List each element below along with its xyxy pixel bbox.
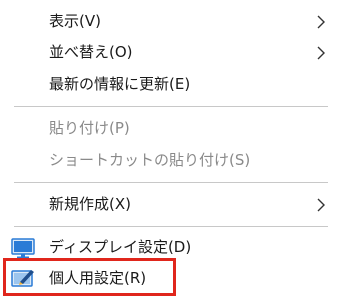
menu-separator	[14, 182, 328, 183]
highlight-box	[3, 258, 176, 296]
menu-item-paste: 貼り付け(P)	[0, 114, 340, 142]
chevron-right-icon	[317, 46, 325, 60]
menu-item-display-settings-label: ディスプレイ設定(D)	[49, 238, 192, 256]
menu-item-view[interactable]: 表示(V)	[0, 7, 340, 35]
menu-item-display-settings[interactable]: ディスプレイ設定(D)	[0, 233, 340, 261]
menu-item-paste-label: 貼り付け(P)	[49, 119, 130, 137]
menu-item-sort[interactable]: 並べ替え(O)	[0, 38, 340, 66]
menu-item-sort-label: 並べ替え(O)	[49, 43, 133, 61]
chevron-right-icon	[317, 15, 325, 29]
menu-item-paste-shortcut-label: ショートカットの貼り付け(S)	[49, 151, 251, 169]
menu-item-new-label: 新規作成(X)	[49, 195, 131, 213]
menu-separator	[14, 106, 328, 107]
menu-item-paste-shortcut: ショートカットの貼り付け(S)	[0, 146, 340, 174]
menu-item-view-label: 表示(V)	[49, 12, 101, 30]
display-settings-icon	[11, 238, 35, 258]
menu-separator	[14, 226, 328, 227]
menu-item-refresh-label: 最新の情報に更新(E)	[49, 75, 191, 93]
context-menu: 表示(V) 並べ替え(O) 最新の情報に更新(E) 貼り付け(P) ショートカッ…	[0, 0, 340, 301]
chevron-right-icon	[317, 198, 325, 212]
menu-item-refresh[interactable]: 最新の情報に更新(E)	[0, 70, 340, 98]
menu-item-new[interactable]: 新規作成(X)	[0, 190, 340, 218]
